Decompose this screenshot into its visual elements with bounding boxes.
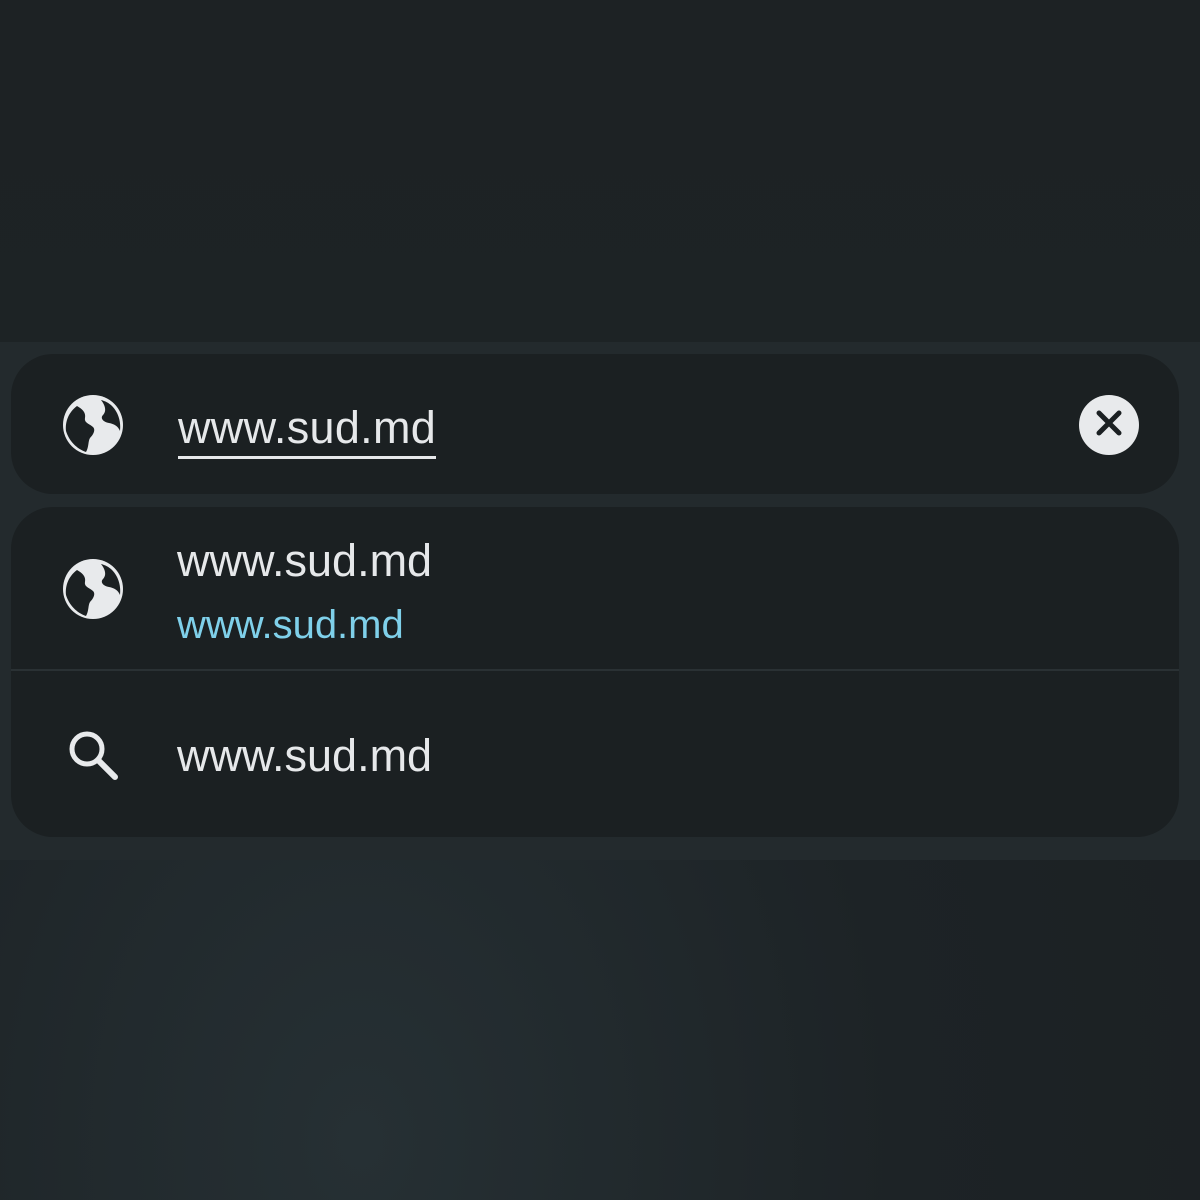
globe-icon [63,395,123,455]
clear-button[interactable] [1079,395,1139,455]
close-icon [1095,409,1123,442]
suggestion-url: www.sud.md [177,603,404,647]
address-bar[interactable]: www.sud.md [11,354,1179,494]
suggestions-list: www.sud.md www.sud.md www.sud.md [11,507,1179,837]
search-icon [65,727,121,783]
suggestion-title: www.sud.md [177,535,433,586]
omnibox-dropdown-panel: www.sud.md www.sud.md www.sud.md www.sud… [0,342,1200,860]
page-background [0,0,1200,342]
globe-icon [63,559,123,619]
suggestion-item-search[interactable]: www.sud.md [11,671,1179,837]
suggestion-title: www.sud.md [177,730,433,781]
url-input[interactable]: www.sud.md [178,400,437,459]
suggestion-item-url[interactable]: www.sud.md www.sud.md [11,507,1179,669]
